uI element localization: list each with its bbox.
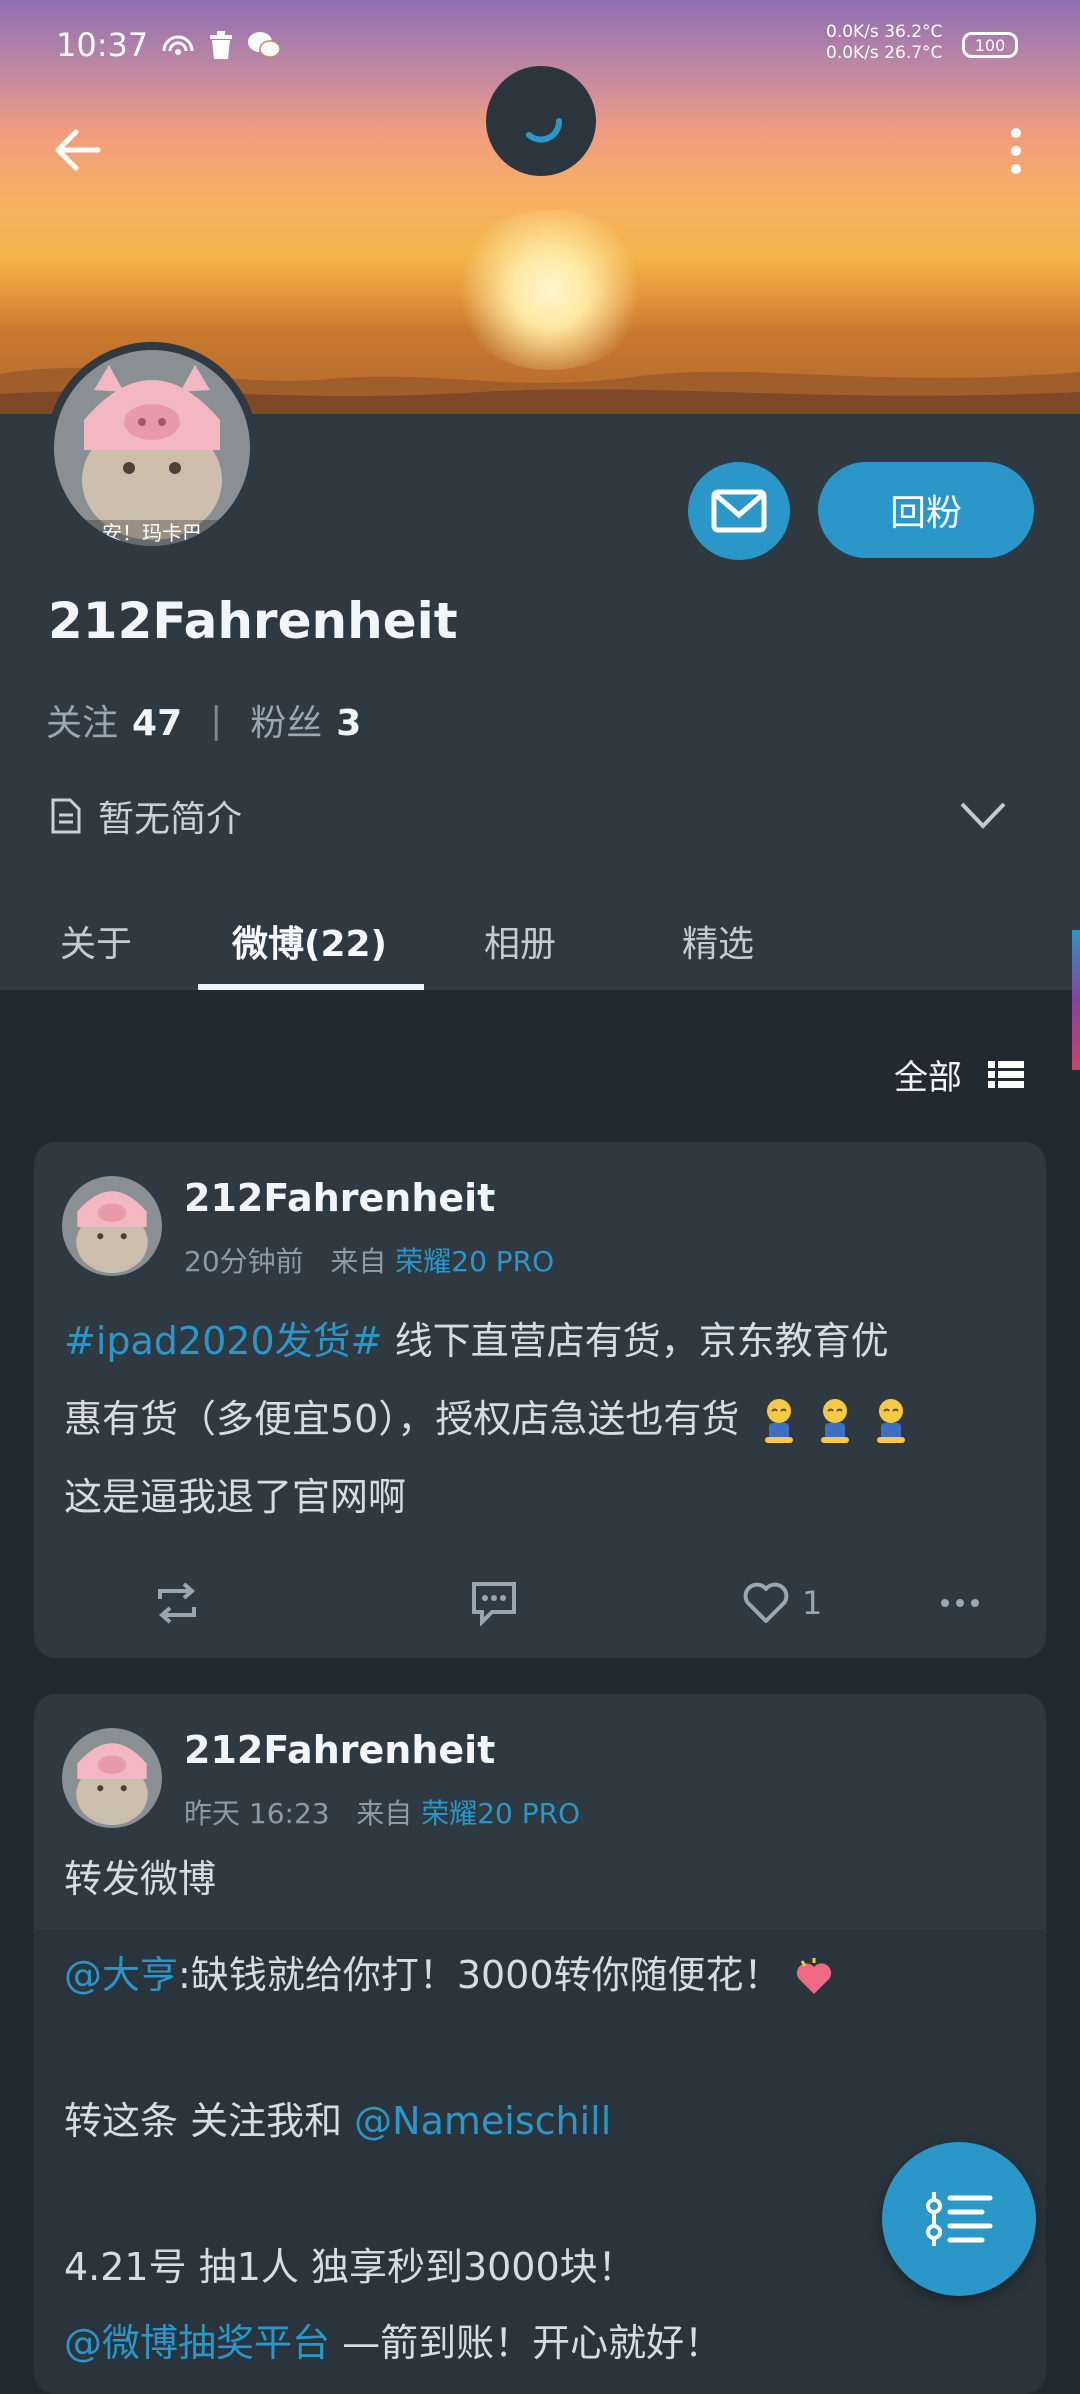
timeline-list-icon <box>926 2192 993 2246</box>
avatar: 安！玛卡巴 <box>54 350 250 546</box>
avatar-caption: 安！玛卡巴 <box>102 521 202 545</box>
cat-pig-hat-avatar-icon: 安！玛卡巴 <box>54 350 250 546</box>
active-tab-indicator <box>198 984 424 990</box>
repost-text-2: 转这条 关注我和 <box>64 2099 355 2143</box>
profile-avatar[interactable]: 安！玛卡巴 <box>46 342 258 554</box>
edge-accent <box>1072 930 1080 1070</box>
post-author-name[interactable]: 212Fahrenheit <box>184 1176 495 1220</box>
post-text: 转发微博 <box>64 1857 217 1901</box>
heart-icon <box>743 1582 789 1623</box>
tab-featured[interactable]: 精选 <box>682 892 754 990</box>
more-button[interactable] <box>940 1578 980 1628</box>
post-author-name[interactable]: 212Fahrenheit <box>184 1728 495 1772</box>
comment-button[interactable] <box>470 1578 518 1628</box>
cat-pig-hat-avatar-icon <box>62 1728 162 1828</box>
emoji-sitting-icon <box>821 1398 850 1443</box>
like-button[interactable]: 1 <box>742 1578 822 1628</box>
status-time: 10:37 <box>56 26 149 64</box>
bio-row[interactable]: 暂无简介 <box>50 790 242 842</box>
net-up: 0.0K/s <box>826 22 879 42</box>
post-time: 昨天 16:23 <box>184 1797 330 1830</box>
emoji-sitting-icon <box>765 1398 794 1443</box>
post-from-label: 来自 <box>330 1245 387 1278</box>
post-source[interactable]: 荣耀20 PRO <box>395 1245 554 1278</box>
battery-indicator: 100 <box>962 32 1018 58</box>
repost-line-3: 4.21号 抽1人 独享秒到3000块！ <box>64 2245 636 2289</box>
following-label: 关注 <box>46 703 119 744</box>
post-actions: 1 <box>34 1562 1046 1642</box>
tab-weibo[interactable]: 微博(22) <box>232 892 387 990</box>
following-count: 47 <box>132 703 183 744</box>
post-author-avatar[interactable] <box>62 1728 162 1828</box>
followers-stat[interactable]: 粉丝 3 <box>250 694 361 746</box>
post-text-line2: 惠有货（多便宜50），授权店急送也有货 <box>64 1397 740 1441</box>
post-text-line1: 线下直营店有货，京东教育优 <box>382 1319 889 1363</box>
document-icon <box>51 798 81 834</box>
hotspot-icon <box>162 35 194 55</box>
mention-link[interactable]: @大亨 <box>64 1953 178 1997</box>
post-source[interactable]: 荣耀20 PRO <box>421 1797 580 1830</box>
count-separator: | <box>210 699 223 741</box>
like-count: 1 <box>802 1584 823 1622</box>
post-text-line3: 这是逼我退了官网啊 <box>64 1475 407 1519</box>
post-time: 20分钟前 <box>184 1245 304 1278</box>
post-card[interactable]: 212Fahrenheit 20分钟前 来自 荣耀20 PRO #ipad202… <box>34 1142 1046 1658</box>
following-stat[interactable]: 关注 47 <box>46 694 182 746</box>
arrow-left-icon[interactable] <box>48 120 108 180</box>
tab-about[interactable]: 关于 <box>60 892 132 990</box>
post-meta: 20分钟前 来自 荣耀20 PRO <box>184 1240 554 1280</box>
comment-icon <box>472 1582 516 1626</box>
net-down: 0.0K/s <box>826 43 879 63</box>
post-from-label: 来自 <box>356 1797 413 1830</box>
post-hashtag[interactable]: #ipad2020发货# <box>64 1319 382 1363</box>
bio-text: 暂无简介 <box>98 799 243 840</box>
repost-icon <box>158 1582 196 1624</box>
wechat-icon <box>248 32 281 58</box>
temp-2: 26.7°C <box>884 43 943 63</box>
mail-icon <box>711 489 767 533</box>
emoji-sitting-icon <box>877 1398 906 1443</box>
network-speed: 0.0K/s 36.2°C 0.0K/s 26.7°C <box>826 22 942 64</box>
profile-tabs: 关于 微博(22) 相册 精选 <box>0 892 1080 990</box>
cat-pig-hat-avatar-icon <box>62 1176 162 1276</box>
trash-icon <box>210 31 233 59</box>
repost-text-1: :缺钱就给你打！3000转你随便花！ <box>178 1953 782 1997</box>
filter-label: 全部 <box>894 1058 962 1098</box>
repost-button[interactable] <box>154 1578 200 1628</box>
profile-section: 安！玛卡巴 回粉 212Fahrenheit 关注 47 | 粉丝 3 暂无简介 关… <box>0 342 1080 990</box>
post-meta: 昨天 16:23 来自 荣耀20 PRO <box>184 1792 580 1832</box>
repost-line-2: 转这条 关注我和 @Nameischill <box>64 2090 611 2145</box>
followers-count: 3 <box>336 703 362 744</box>
post-text: #ipad2020发货# 线下直营店有货，京东教育优 惠有货（多便宜50），授权… <box>64 1302 1024 1536</box>
list-icon <box>988 1060 1024 1088</box>
loading-spinner-icon <box>526 118 562 143</box>
tab-album[interactable]: 相册 <box>484 892 556 990</box>
timeline-fab-button[interactable] <box>882 2142 1036 2296</box>
follow-counts: 关注 47 | 粉丝 3 <box>46 694 361 746</box>
repost-text-4: —箭到账！开心就好！ <box>330 2321 723 2365</box>
followers-label: 粉丝 <box>250 703 323 744</box>
loading-spinner <box>486 66 596 176</box>
heart-emoji-icon <box>796 1957 831 1994</box>
mention-link[interactable]: @微博抽奖平台 <box>64 2321 330 2365</box>
repost-line-1: @大亨:缺钱就给你打！3000转你随便花！ <box>64 1944 834 1999</box>
filter-control[interactable]: 全部 <box>894 1050 1024 1099</box>
profile-username: 212Fahrenheit <box>48 592 458 650</box>
more-vertical-icon[interactable] <box>1004 126 1028 176</box>
status-bar: 10:37 <box>56 26 282 64</box>
follow-back-button[interactable]: 回粉 <box>818 462 1034 558</box>
more-horizontal-icon <box>941 1599 979 1607</box>
post-card[interactable]: 212Fahrenheit 昨天 16:23 来自 荣耀20 PRO 转发微博 … <box>34 1694 1046 2394</box>
reposted-content[interactable]: @大亨:缺钱就给你打！3000转你随便花！ 转这条 关注我和 @Nameisch… <box>34 1930 1046 2394</box>
temp-1: 36.2°C <box>884 22 943 42</box>
message-button[interactable] <box>688 462 790 560</box>
chevron-down-icon[interactable] <box>958 790 1008 840</box>
mention-link[interactable]: @Nameischill <box>354 2099 611 2143</box>
post-author-avatar[interactable] <box>62 1176 162 1276</box>
